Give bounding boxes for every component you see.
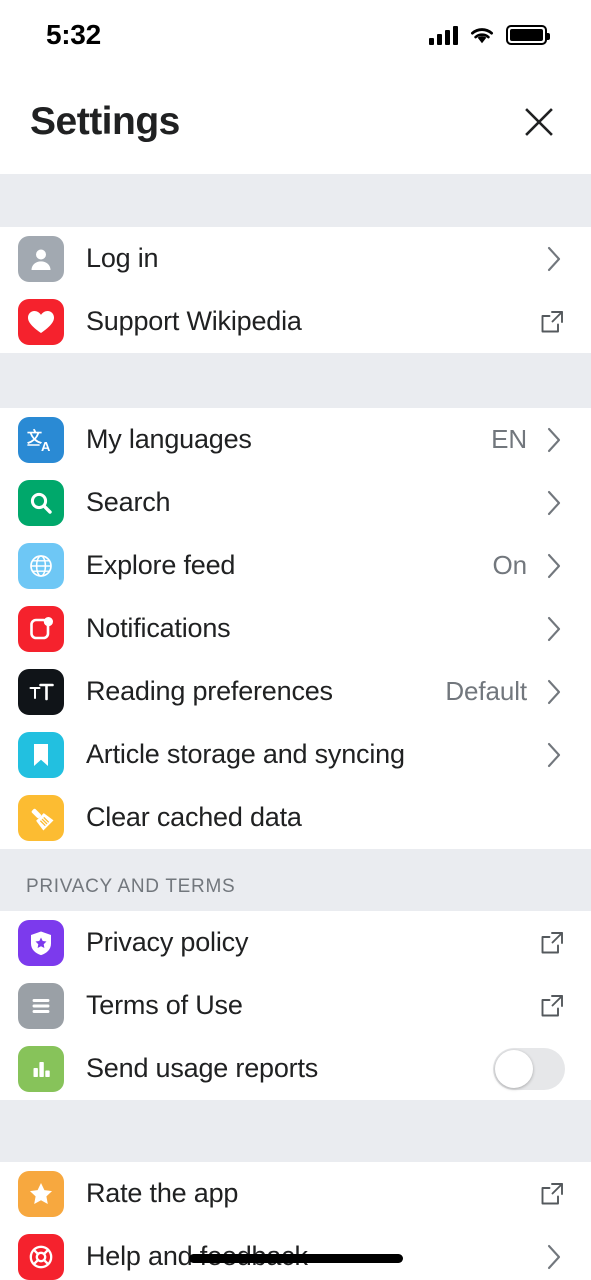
svg-text:A: A: [41, 439, 51, 454]
section-account: Log in Support Wikipedia: [0, 227, 591, 353]
row-label: Support Wikipedia: [86, 306, 302, 336]
row-rate-the-app[interactable]: Rate the app: [0, 1162, 591, 1225]
star-icon: [18, 1170, 64, 1217]
shield-star-icon: [18, 919, 64, 966]
chevron-right-icon: [543, 1244, 565, 1270]
section-gap: [0, 1100, 591, 1162]
search-icon: [18, 479, 64, 526]
battery-full-icon: [506, 25, 550, 45]
section-general: 文 A My languages EN Search Explore feed …: [0, 408, 591, 849]
row-label: My languages: [86, 424, 252, 454]
section-gap: [0, 353, 591, 408]
row-explore-feed[interactable]: Explore feed On: [0, 534, 591, 597]
send-usage-reports-toggle[interactable]: [493, 1047, 565, 1090]
row-my-languages[interactable]: 文 A My languages EN: [0, 408, 591, 471]
row-article-storage-and-syncing[interactable]: Article storage and syncing: [0, 723, 591, 786]
row-label: Log in: [86, 243, 159, 273]
chevron-right-icon: [543, 490, 565, 516]
page-title: Settings: [30, 100, 180, 143]
row-log-in[interactable]: Log in: [0, 227, 591, 290]
status-indicators: [429, 25, 550, 45]
home-indicator: [188, 1254, 403, 1263]
navigation-bar: Settings: [0, 70, 591, 174]
external-link-icon: [539, 309, 565, 335]
close-button[interactable]: [517, 100, 561, 144]
status-time: 5:32: [46, 19, 101, 50]
chevron-right-icon: [543, 616, 565, 642]
row-reading-preferences[interactable]: Reading preferences Default: [0, 660, 591, 723]
row-terms-of-use[interactable]: Terms of Use: [0, 974, 591, 1037]
row-value: Default: [445, 676, 527, 706]
settings-screen: 5:32 Settings Log in Support Wikipedia 文…: [0, 0, 591, 1280]
row-label: Send usage reports: [86, 1053, 319, 1083]
row-privacy-policy[interactable]: Privacy policy: [0, 911, 591, 974]
lifebuoy-icon: [18, 1233, 64, 1280]
toggle-knob: [495, 1049, 533, 1088]
external-link-icon: [539, 930, 565, 956]
row-label: Terms of Use: [86, 990, 243, 1020]
row-support-wikipedia[interactable]: Support Wikipedia: [0, 290, 591, 353]
row-label: Article storage and syncing: [86, 739, 405, 769]
row-label: Reading preferences: [86, 676, 333, 706]
chevron-right-icon: [543, 679, 565, 705]
row-label: Notifications: [86, 613, 231, 643]
wifi-icon: [469, 26, 495, 45]
translate-icon: 文 A: [18, 416, 64, 463]
bell-badge-icon: [18, 605, 64, 652]
row-label: Privacy policy: [86, 927, 249, 957]
text-size-icon: [18, 668, 64, 715]
document-lines-icon: [18, 982, 64, 1029]
row-value: EN: [491, 424, 527, 454]
row-value: On: [492, 550, 528, 580]
bar-chart-icon: [18, 1045, 64, 1092]
chevron-right-icon: [543, 427, 565, 453]
row-clear-cached-data[interactable]: Clear cached data: [0, 786, 591, 849]
chevron-right-icon: [543, 246, 565, 272]
row-search[interactable]: Search: [0, 471, 591, 534]
heart-icon: [18, 298, 64, 345]
user-icon: [18, 235, 64, 282]
chevron-right-icon: [543, 553, 565, 579]
external-link-icon: [539, 1181, 565, 1207]
chevron-right-icon: [543, 742, 565, 768]
row-label: Explore feed: [86, 550, 236, 580]
broom-icon: [18, 794, 64, 841]
status-bar: 5:32: [0, 0, 591, 70]
row-notifications[interactable]: Notifications: [0, 597, 591, 660]
row-label: Clear cached data: [86, 802, 302, 832]
row-send-usage-reports[interactable]: Send usage reports: [0, 1037, 591, 1100]
signal-bars-icon: [429, 25, 458, 45]
row-label: Search: [86, 487, 171, 517]
row-help-and-feedback[interactable]: Help and feedback: [0, 1225, 591, 1280]
bookmark-icon: [18, 731, 64, 778]
globe-icon: [18, 542, 64, 589]
section-header-label: PRIVACY AND TERMS: [26, 876, 236, 897]
section-privacy: Privacy policy Terms of Use Send usage r…: [0, 911, 591, 1100]
section-header-privacy-and-terms: PRIVACY AND TERMS: [0, 849, 591, 911]
section-gap: [0, 174, 591, 227]
close-icon: [525, 108, 553, 136]
row-label: Rate the app: [86, 1178, 239, 1208]
external-link-icon: [539, 993, 565, 1019]
